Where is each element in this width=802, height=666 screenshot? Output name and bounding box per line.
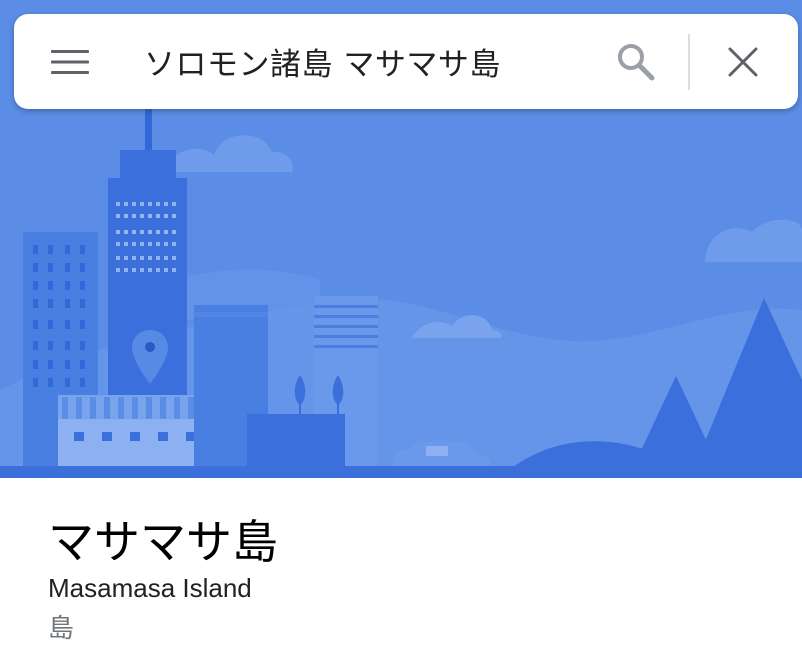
menu-button[interactable] [44, 36, 96, 88]
search-query-text: ソロモン諸島 マサマサ島 [144, 47, 501, 83]
search-button[interactable] [610, 36, 662, 88]
place-subtitle: Masamasa Island [48, 573, 252, 603]
search-bar-divider [688, 34, 690, 90]
search-bar: ソロモン諸島 マサマサ島 [14, 14, 798, 109]
place-category: 島 [48, 614, 75, 644]
place-info-panel: マサマサ島 Masamasa Island 島 [48, 478, 802, 666]
hamburger-menu-icon [51, 50, 89, 74]
close-icon [728, 47, 758, 77]
search-input[interactable]: ソロモン諸島 マサマサ島 [144, 14, 594, 109]
place-title: マサマサ島 [48, 515, 278, 569]
search-icon [618, 44, 655, 81]
clear-search-button[interactable] [717, 36, 769, 88]
